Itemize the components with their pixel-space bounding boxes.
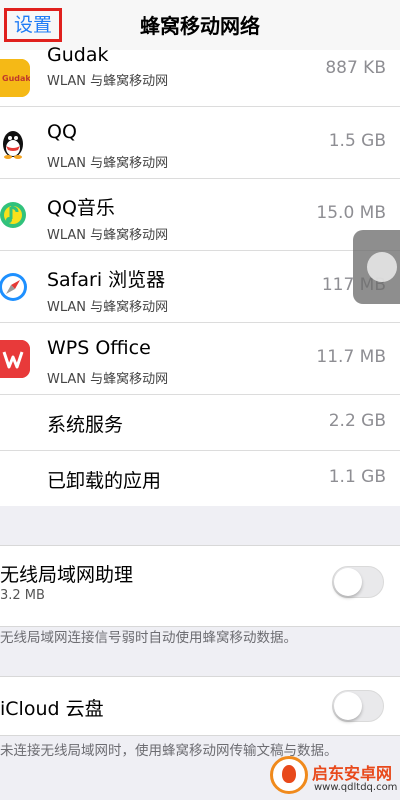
watermark-name: 启东安卓网 bbox=[312, 764, 393, 783]
app-row-qq[interactable]: QQ WLAN 与蜂窝移动网 1.5 GB bbox=[0, 107, 400, 179]
qq-penguin-icon bbox=[0, 123, 30, 162]
watermark-logo-icon bbox=[270, 756, 308, 794]
app-network-mode: WLAN 与蜂窝移动网 bbox=[47, 300, 169, 315]
app-name: WPS Office bbox=[47, 337, 151, 359]
app-usage-list: Gudak Gudak WLAN 与蜂窝移动网 887 KB QQ WLAN 与… bbox=[0, 44, 400, 506]
app-data-usage: 1.5 GB bbox=[328, 131, 386, 151]
wifi-assist-footnote: 无线局域网连接信号弱时自动使用蜂窝移动数据。 bbox=[0, 630, 297, 646]
icloud-drive-toggle[interactable] bbox=[332, 690, 384, 722]
app-name: Gudak bbox=[47, 44, 109, 66]
app-network-mode: WLAN 与蜂窝移动网 bbox=[47, 228, 169, 243]
system-services-label: 系统服务 bbox=[47, 414, 124, 436]
watermark: 启东安卓网 www.qdltdq.com bbox=[270, 752, 400, 800]
wifi-assist-usage: 3.2 MB bbox=[0, 588, 45, 603]
app-data-usage: 887 KB bbox=[325, 58, 386, 78]
app-row-gudak[interactable]: Gudak Gudak WLAN 与蜂窝移动网 887 KB bbox=[0, 44, 400, 107]
app-network-mode: WLAN 与蜂窝移动网 bbox=[47, 74, 169, 89]
wifi-assist-row: 无线局域网助理 3.2 MB bbox=[0, 545, 400, 627]
wifi-assist-toggle[interactable] bbox=[332, 566, 384, 598]
qq-music-icon bbox=[0, 195, 30, 234]
assistive-touch-button[interactable] bbox=[353, 230, 400, 304]
row-system-services[interactable]: 系统服务 2.2 GB bbox=[0, 395, 400, 451]
system-services-usage: 2.2 GB bbox=[328, 411, 386, 431]
icloud-drive-label: iCloud 云盘 bbox=[0, 698, 104, 720]
page-title: 蜂窝移动网络 bbox=[140, 14, 260, 38]
app-row-wps-office[interactable]: WPS Office WLAN 与蜂窝移动网 11.7 MB bbox=[0, 323, 400, 395]
uninstalled-apps-usage: 1.1 GB bbox=[328, 467, 386, 487]
app-name: QQ bbox=[47, 121, 77, 143]
app-network-mode: WLAN 与蜂窝移动网 bbox=[47, 156, 169, 171]
app-data-usage: 11.7 MB bbox=[316, 347, 386, 367]
safari-compass-icon bbox=[0, 267, 30, 306]
wps-office-icon bbox=[0, 339, 30, 378]
app-network-mode: WLAN 与蜂窝移动网 bbox=[47, 372, 169, 387]
wifi-assist-label: 无线局域网助理 bbox=[0, 564, 134, 586]
row-uninstalled-apps: 已卸载的应用 1.1 GB bbox=[0, 451, 400, 506]
svg-text:Gudak: Gudak bbox=[2, 74, 30, 83]
gudak-icon: Gudak bbox=[0, 59, 30, 97]
app-name: QQ音乐 bbox=[47, 197, 115, 219]
icloud-drive-row: iCloud 云盘 bbox=[0, 676, 400, 736]
app-row-safari[interactable]: Safari 浏览器 WLAN 与蜂窝移动网 117 MB bbox=[0, 251, 400, 323]
uninstalled-apps-label: 已卸载的应用 bbox=[47, 470, 162, 492]
app-row-qq-music[interactable]: QQ音乐 WLAN 与蜂窝移动网 15.0 MB bbox=[0, 179, 400, 251]
watermark-url: www.qdltdq.com bbox=[314, 782, 398, 793]
app-name: Safari 浏览器 bbox=[47, 269, 166, 291]
app-data-usage: 15.0 MB bbox=[316, 203, 386, 223]
